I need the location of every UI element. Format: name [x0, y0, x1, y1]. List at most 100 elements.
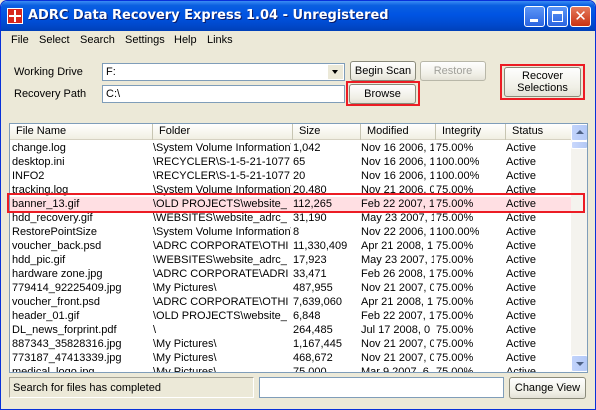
window-title: ADRC Data Recovery Express 1.04 - Unregi… — [28, 8, 389, 23]
cell-file-name: hdd_pic.gif — [12, 254, 66, 266]
table-row[interactable]: desktop.ini \RECYCLER\S-1-5-21-1077 65 Nov … — [10, 155, 571, 169]
title-bar[interactable]: ADRC Data Recovery Express 1.04 - Unregi… — [1, 1, 595, 31]
scroll-thumb[interactable] — [571, 141, 587, 149]
cell-size: 17,923 — [293, 254, 327, 266]
column-folder[interactable]: Folder — [153, 124, 293, 140]
table-row[interactable]: INFO2 \RECYCLER\S-1-5-21-1077 20 Nov 16 200… — [10, 169, 571, 183]
cell-status: Active — [506, 366, 536, 373]
cell-modified: Apr 21 2008, 1 — [361, 296, 434, 308]
cell-folder: \ — [153, 324, 157, 336]
cell-folder: \ADRC CORPORATE\ADRI — [153, 268, 289, 280]
column-file-name[interactable]: File Name — [10, 124, 153, 140]
menu-help[interactable]: Help — [174, 34, 197, 46]
maximize-button[interactable] — [547, 6, 568, 27]
close-icon: ✕ — [574, 7, 587, 25]
cell-status: Active — [506, 324, 536, 336]
cell-size: 20 — [293, 170, 306, 182]
column-integrity[interactable]: Integrity — [436, 124, 506, 140]
column-size[interactable]: Size — [293, 124, 361, 140]
recovery-path-input[interactable]: C:\ — [102, 85, 345, 103]
cell-size: 7,639,060 — [293, 296, 342, 308]
restore-button[interactable]: Restore — [420, 61, 486, 81]
minimize-icon — [530, 19, 538, 22]
cell-size: 264,485 — [293, 324, 333, 336]
working-drive-select[interactable]: F: — [102, 63, 345, 81]
cell-status: Active — [506, 170, 536, 182]
cell-status: Active — [506, 226, 536, 238]
cell-folder: \System Volume Information\ — [153, 142, 291, 154]
begin-scan-button[interactable]: Begin Scan — [350, 61, 416, 81]
recovery-path-label: Recovery Path — [14, 88, 87, 100]
cell-status: Active — [506, 352, 536, 364]
cell-modified: May 23 2007, 1 — [361, 254, 434, 266]
selected-row-highlight — [7, 193, 585, 213]
vertical-scrollbar[interactable] — [571, 124, 587, 372]
cell-modified: Feb 22 2007, 1 — [361, 310, 434, 322]
cell-modified: Nov 16 2006, 1 — [361, 170, 434, 182]
menu-search[interactable]: Search — [80, 34, 115, 46]
menu-file[interactable]: File — [11, 34, 29, 46]
cell-file-name: voucher_back.psd — [12, 240, 102, 252]
menu-settings[interactable]: Settings — [125, 34, 165, 46]
cell-modified: Apr 21 2008, 1 — [361, 240, 434, 252]
cell-modified: Feb 26 2008, 1 — [361, 268, 434, 280]
table-row[interactable]: change.log \System Volume Information\ 1,0… — [10, 141, 571, 155]
change-view-button[interactable]: Change View — [509, 377, 586, 399]
table-row[interactable]: 779414_92225409.jpg \My Pictures\ 487,955 N… — [10, 281, 571, 295]
cell-modified: Jul 17 2008, 0 — [361, 324, 431, 336]
dropdown-arrow-icon[interactable] — [328, 65, 343, 79]
cell-integrity: 75.00% — [436, 366, 474, 373]
cell-size: 75,000 — [293, 366, 327, 373]
cell-size: 6,848 — [293, 310, 321, 322]
cell-file-name: header_01.gif — [12, 310, 80, 322]
cell-status: Active — [506, 240, 536, 252]
cell-file-name: 779414_92225409.jpg — [12, 282, 122, 294]
cell-size: 1,167,445 — [293, 338, 342, 350]
scroll-down-icon[interactable] — [571, 355, 587, 372]
cell-folder: \WEBSITES\website_adrc_ — [153, 212, 287, 224]
cell-size: 11,330,409 — [293, 240, 348, 252]
table-row[interactable]: header_01.gif \OLD PROJECTS\website_ 6,848… — [10, 309, 571, 323]
cell-integrity: 100.00% — [436, 156, 480, 168]
cell-status: Active — [506, 142, 536, 154]
column-modified[interactable]: Modified — [361, 124, 436, 140]
cell-size: 31,190 — [293, 212, 327, 224]
cell-folder: \System Volume Information\ — [153, 226, 291, 238]
table-row[interactable]: medical_logo.jpg \My Pictures\ 75,000 Mar 9… — [10, 365, 571, 373]
table-row[interactable]: DL_news_forprint.pdf \ 264,485 Jul 17 2008,… — [10, 323, 571, 337]
status-bar: Search for files has completed — [9, 377, 254, 398]
cell-integrity: 75.00% — [436, 212, 474, 224]
menu-select[interactable]: Select — [39, 34, 70, 46]
table-row[interactable]: hdd_pic.gif \WEBSITES\website_adrc_ 17,923… — [10, 253, 571, 267]
cell-size: 33,471 — [293, 268, 327, 280]
table-row[interactable]: hdd_recovery.gif \WEBSITES\website_adrc_ 3… — [10, 211, 571, 225]
cell-size: 1,042 — [293, 142, 321, 154]
status-field — [259, 377, 504, 398]
column-status[interactable]: Status — [506, 124, 571, 140]
close-button[interactable]: ✕ — [570, 6, 591, 27]
cell-folder: \ADRC CORPORATE\OTHI — [153, 240, 289, 252]
menu-links[interactable]: Links — [207, 34, 233, 46]
scroll-up-icon[interactable] — [571, 124, 587, 141]
cell-file-name: 887343_35828316.jpg — [12, 338, 122, 350]
working-drive-label: Working Drive — [14, 66, 83, 78]
status-message: Search for files has completed — [13, 382, 161, 394]
cell-status: Active — [506, 338, 536, 350]
recover-highlight — [500, 64, 585, 100]
cell-status: Active — [506, 268, 536, 280]
table-row[interactable]: RestorePointSize \System Volume Informati… — [10, 225, 571, 239]
cell-integrity: 75.00% — [436, 282, 474, 294]
cell-integrity: 75.00% — [436, 254, 474, 266]
cell-size: 65 — [293, 156, 306, 168]
minimize-button[interactable] — [524, 6, 545, 27]
file-list[interactable]: File Name Folder Size Modified Integrity… — [9, 123, 588, 373]
browse-highlight — [346, 81, 420, 106]
app-icon[interactable] — [7, 8, 23, 24]
cell-size: 468,672 — [293, 352, 333, 364]
table-row[interactable]: hardware zone.jpg \ADRC CORPORATE\ADRI 33,… — [10, 267, 571, 281]
table-row[interactable]: 773187_47413339.jpg \My Pictures\ 468,672 N… — [10, 351, 571, 365]
cell-integrity: 100.00% — [436, 170, 480, 182]
table-row[interactable]: voucher_front.psd \ADRC CORPORATE\OTHI 7,6… — [10, 295, 571, 309]
table-row[interactable]: 887343_35828316.jpg \My Pictures\ 1,167,44… — [10, 337, 571, 351]
table-row[interactable]: voucher_back.psd \ADRC CORPORATE\OTHI 11,3… — [10, 239, 571, 253]
